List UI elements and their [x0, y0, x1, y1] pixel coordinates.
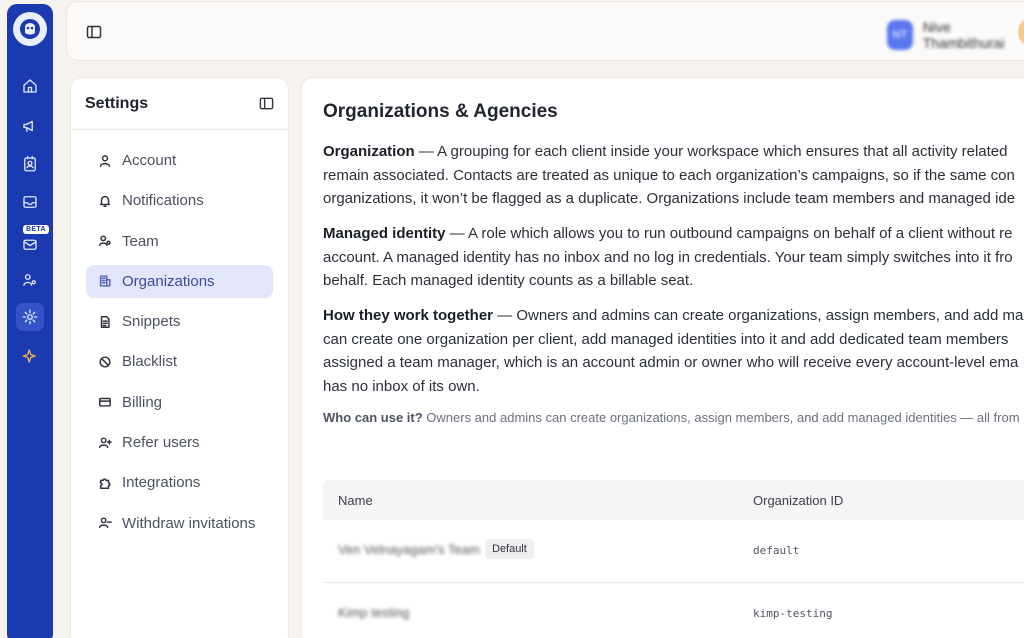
settings-title: Settings: [85, 94, 149, 112]
sidebar-item-organizations[interactable]: Organizations: [86, 264, 273, 298]
settings-icon[interactable]: [16, 303, 44, 331]
sidebar-item-team[interactable]: Team: [86, 225, 273, 258]
column-header-name[interactable]: Name: [338, 493, 373, 508]
description-text: has no inbox of its own.: [323, 377, 480, 395]
sidebar-item-snippets[interactable]: Snippets: [86, 305, 273, 338]
sidebar-item-label: Blacklist: [122, 353, 178, 371]
organizations-table: Name Organization ID Ven Velnayagam's Te…: [323, 480, 1024, 638]
description-text: — A grouping for each client inside your…: [414, 143, 1008, 160]
sidebar-item-label: Organizations: [122, 272, 215, 290]
who-can-use-note: Who can use it? Owners and admins can cr…: [323, 410, 1020, 425]
table-row[interactable]: Ven Velnayagam's Team Default default: [323, 520, 1024, 583]
settings-panel: Settings Account Notifications Team Orga…: [70, 77, 289, 638]
sidebar-item-label: Snippets: [122, 313, 181, 331]
table-row[interactable]: Kimp testing kimp-testing: [323, 583, 1024, 638]
table-header: Name Organization ID: [323, 480, 1024, 520]
team-icon: [99, 235, 111, 247]
sidebar-item-billing[interactable]: Billing: [86, 386, 273, 419]
megaphone-icon[interactable]: [16, 112, 44, 140]
home-icon[interactable]: [16, 72, 44, 100]
sidebar-item-label: Withdraw invitations: [122, 514, 256, 532]
user-menu[interactable]: NT Nive Thambithurai ▾: [887, 19, 1024, 51]
how-they-work-term: How they work together: [323, 307, 494, 324]
description-text: remain associated. Contacts are treated …: [323, 166, 1015, 184]
settings-nav: Account Notifications Team Organizations…: [71, 130, 288, 561]
managed-identity-term: Managed identity: [323, 225, 446, 242]
sparkles-icon[interactable]: [16, 342, 44, 370]
sidebar-item-label: Notifications: [122, 192, 204, 210]
description-text: organizations, it won’t be flagged as a …: [323, 190, 1016, 207]
document-icon: [100, 315, 110, 328]
sidebar-item-label: Billing: [122, 393, 163, 411]
sidebar-item-label: Refer users: [122, 434, 200, 452]
description-text: assigned a team manager, which is an acc…: [323, 354, 1019, 371]
inbox-icon[interactable]: [16, 188, 44, 216]
organization-name[interactable]: Ven Velnayagam's Team: [338, 542, 480, 557]
sidebar-toggle-icon[interactable]: [86, 24, 102, 40]
sidebar-item-account[interactable]: Account: [86, 144, 273, 177]
organization-description: Organization — A grouping for each clien…: [323, 140, 1024, 211]
organization-term: Organization: [323, 143, 415, 160]
description-text: can create one organization per client, …: [323, 330, 1009, 348]
mail-icon[interactable]: [16, 230, 44, 258]
description-text: — Owners and admins can create organizat…: [493, 307, 1024, 324]
collapse-panel-icon[interactable]: [259, 96, 274, 111]
organization-id: default: [753, 544, 800, 557]
sidebar-item-notifications[interactable]: Notifications: [86, 184, 273, 217]
default-badge: Default: [485, 539, 534, 559]
description-text: behalf. Each managed identity counts as …: [323, 272, 694, 289]
user-minus-icon: [99, 517, 112, 529]
bell-icon: [99, 195, 111, 207]
puzzle-icon: [99, 478, 111, 489]
user-plus-icon: [99, 437, 112, 448]
organization-id: kimp-testing: [753, 607, 833, 620]
sidebar-item-label: Team: [122, 232, 159, 250]
app-rail: BETA: [7, 4, 53, 638]
description-text: — A role which allows you to run outboun…: [445, 225, 1013, 242]
sidebar-item-refer-users[interactable]: Refer users: [86, 426, 273, 459]
managed-identity-description: Managed identity — A role which allows y…: [323, 222, 1024, 293]
building-icon: [99, 275, 111, 287]
card-icon: [99, 398, 111, 407]
sidebar-item-label: Account: [122, 152, 177, 169]
who-can-use-term: Who can use it?: [323, 410, 423, 425]
column-header-organization-id[interactable]: Organization ID: [753, 493, 843, 508]
description-text: account. A managed identity has no inbox…: [323, 248, 1013, 266]
sidebar-item-withdraw-invitations[interactable]: Withdraw invitations: [86, 507, 273, 540]
main-panel: Organizations & Agencies Organization — …: [301, 77, 1024, 638]
sidebar-item-integrations[interactable]: Integrations: [86, 466, 273, 499]
user-icon: [99, 154, 111, 167]
user-name: Nive Thambithurai: [922, 19, 1005, 51]
avatar: NT: [887, 20, 913, 50]
organization-name[interactable]: Kimp testing: [338, 605, 410, 620]
ban-icon: [99, 356, 111, 368]
team-icon[interactable]: [16, 266, 44, 294]
top-bar: NT Nive Thambithurai ▾: [66, 1, 1024, 61]
app-logo[interactable]: [13, 12, 47, 46]
settings-header: Settings: [71, 78, 288, 130]
page-title: Organizations & Agencies: [323, 101, 558, 122]
who-can-use-text: Owners and admins can create organizatio…: [422, 410, 1020, 425]
logo-icon: [20, 19, 40, 39]
contacts-icon[interactable]: [16, 150, 44, 178]
sidebar-item-label: Integrations: [122, 474, 201, 492]
sidebar-item-blacklist[interactable]: Blacklist: [86, 345, 273, 378]
how-they-work-description: How they work together — Owners and admi…: [323, 304, 1024, 398]
